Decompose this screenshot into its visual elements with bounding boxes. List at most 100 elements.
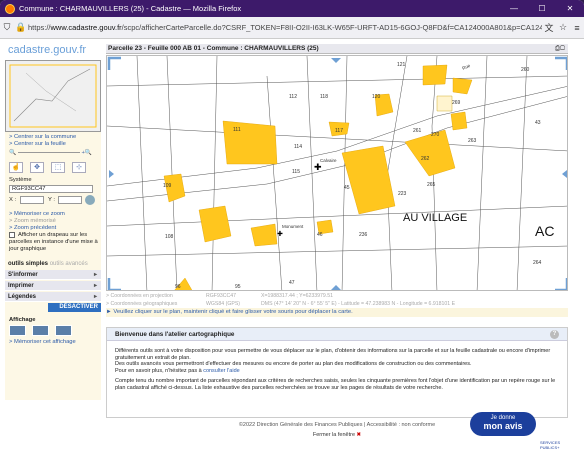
site-logo[interactable]: cadastre.gouv.fr (8, 44, 86, 56)
lock-icon[interactable]: 🔒 (14, 22, 28, 33)
donne-avis-button[interactable]: Je donne mon avis (470, 412, 536, 436)
corner-marker-top-right (555, 56, 567, 70)
center-feuille-link[interactable]: > Centrer sur la feuille (9, 141, 66, 147)
map-header: Parcelle 23 - Feuille 000 AB 01 - Commun… (106, 44, 568, 54)
systeme-select[interactable]: RGF93CC47 (9, 185, 93, 193)
help-panel: Bienvenue dans l'atelier cartographique … (106, 327, 568, 418)
chevron-icon: ▸ (93, 272, 97, 278)
monument-cross-icon: ✚ (277, 230, 283, 238)
zoom-out-icon[interactable]: 🔍 (9, 150, 16, 156)
translate-icon[interactable]: 文 (542, 21, 556, 34)
parcel-label: 43 (535, 120, 541, 126)
drag-instruction: ► Veuillez cliquer sur le plan, mainteni… (106, 308, 568, 317)
imprimer-section[interactable]: Imprimer ▸ (5, 281, 101, 291)
affichage-option-3[interactable] (55, 325, 72, 336)
rue-label: Rue (461, 63, 471, 71)
shield-icon[interactable]: ⛉ (0, 22, 14, 33)
systeme-value: RGF93CC47 (12, 186, 46, 192)
pan-right-arrow (562, 170, 567, 178)
pan-up-arrow (331, 58, 341, 63)
geo-label: > Coordonnées géographiques (106, 301, 178, 307)
parcel-label: 262 (421, 156, 430, 162)
zoom-slider[interactable]: 🔍 +🔍 (9, 150, 99, 158)
parcel-label: 112 (289, 94, 297, 100)
parcel-label: 111 (233, 127, 241, 133)
close-button[interactable]: ✕ (556, 4, 584, 13)
coordinates-panel: > Coordonnées en projection RGF93CC47 X=19… (106, 292, 568, 308)
corner-marker-bottom-left (107, 278, 121, 290)
zoom-memorise-link[interactable]: > Zoom mémorisé (9, 218, 56, 224)
parcel-label: 115 (292, 169, 300, 175)
accessibility-link[interactable]: Accessibilité : non conforme (367, 422, 435, 428)
tools-tabs: outils simples outils avancés (5, 260, 101, 269)
window-title: Commune : CHARMAUVILLERS (25) - Cadastre… (19, 4, 242, 13)
systeme-label: Système (9, 177, 32, 183)
desactiver-button[interactable]: DÉSACTIVER (48, 303, 101, 312)
pan-down-arrow (331, 285, 341, 290)
affichage-option-1[interactable] (9, 325, 26, 336)
tab-outils-avances[interactable]: outils avancés (50, 261, 88, 267)
parcel-label: 47 (289, 280, 295, 286)
tab-outils-simples[interactable]: outils simples (5, 261, 48, 267)
move-cross-icon[interactable]: ✥ (30, 162, 44, 173)
select-box-icon[interactable]: ⬚ (51, 162, 65, 173)
imprimer-label: Imprimer (8, 283, 34, 289)
zoom-in-icon[interactable]: +🔍 (81, 150, 92, 156)
bookmark-star-icon[interactable]: ☆ (556, 22, 570, 33)
parcel-label: 109 (163, 183, 172, 189)
parcel-label: 117 (335, 128, 343, 134)
zoom-precedent-link[interactable]: > Zoom précédent (9, 225, 56, 231)
s-informer-section[interactable]: S'informer ▸ (5, 270, 101, 280)
legendes-label: Légendes (8, 294, 37, 300)
help-link[interactable]: consulter l'aide (203, 368, 240, 374)
pan-hand-icon[interactable]: ☝ (9, 162, 23, 173)
parcel-label: 45 (344, 185, 350, 191)
affichage-option-2[interactable] (32, 325, 49, 336)
menu-icon[interactable]: ≡ (570, 23, 584, 33)
url-field[interactable]: https://www.cadastre.gouv.fr/scpc/affich… (28, 23, 542, 32)
help-title: Bienvenue dans l'atelier cartographique … (107, 328, 567, 341)
parcel-label: 108 (165, 234, 174, 240)
parcel-label: 114 (294, 144, 302, 150)
calvaire-cross-icon: ✚ (314, 162, 322, 172)
services-publics-logo: SERVICES PUBLICS+ (540, 440, 561, 450)
help-paragraph: Différents outils sont à votre dispositi… (115, 348, 551, 361)
y-field[interactable] (58, 196, 82, 204)
minimize-button[interactable]: — (500, 4, 528, 13)
help-paragraph: Compte tenu du nombre important de parce… (115, 378, 556, 391)
parcel-label: 223 (398, 191, 407, 197)
map-window-icons[interactable]: ⎙▢ (555, 44, 565, 54)
x-field[interactable] (20, 196, 44, 204)
locate-icon[interactable] (85, 195, 95, 205)
help-toggle-icon[interactable]: ? (550, 330, 559, 339)
close-x-icon: ✖ (356, 432, 362, 438)
proj-row: > Coordonnées en projection RGF93CC47 X=19… (106, 292, 568, 300)
center-commune-link[interactable]: > Centrer sur la commune (9, 134, 76, 140)
maximize-button[interactable]: ☐ (528, 4, 556, 13)
map-svg[interactable]: 121 260 112 118 120 269 111 117 261 270 … (107, 56, 568, 291)
cadastral-map[interactable]: 121 260 112 118 120 269 111 117 261 270 … (106, 55, 568, 291)
proj-label: > Coordonnées en projection (106, 293, 173, 299)
parcel-label: 236 (359, 232, 368, 238)
parcel-label: 264 (533, 260, 542, 266)
geo-sys: WGS84 (GPS) (206, 301, 241, 307)
close-window-label: Fermer la fenêtre (312, 432, 356, 438)
measure-icon[interactable]: ⊹ (72, 162, 86, 173)
memoriser-affichage-link[interactable]: > Mémoriser cet affichage (9, 339, 76, 345)
browser-window: Commune : CHARMAUVILLERS (25) - Cadastre… (0, 0, 584, 456)
parcel-label: 265 (427, 182, 436, 188)
overview-map[interactable] (5, 60, 101, 132)
ac-label: AC (535, 223, 554, 239)
proj-value: X=1988317.44 ; Y=6233979.51 (261, 293, 334, 299)
footer-separator: | (363, 422, 366, 428)
help-body: Différents outils sont à votre dispositi… (107, 341, 567, 398)
drapeau-text: Afficher un drapeau sur les parcelles en… (9, 232, 98, 252)
help-paragraph: Pour en savoir plus, n'hésitez pas à con… (115, 368, 559, 375)
memoriser-zoom-link[interactable]: > Mémoriser ce zoom (9, 211, 65, 217)
geo-value: DMS (47° 14' 20" N - 6° 55' 5" E) - Lati… (261, 301, 456, 307)
copyright-link[interactable]: ©2022 Direction Générale des Finances Pu… (239, 422, 363, 428)
parcel-label: 121 (397, 62, 406, 68)
proj-sys: RGF93CC47 (206, 293, 236, 299)
legendes-section[interactable]: Légendes ▸ (5, 292, 101, 302)
s-informer-label: S'informer (8, 272, 38, 278)
